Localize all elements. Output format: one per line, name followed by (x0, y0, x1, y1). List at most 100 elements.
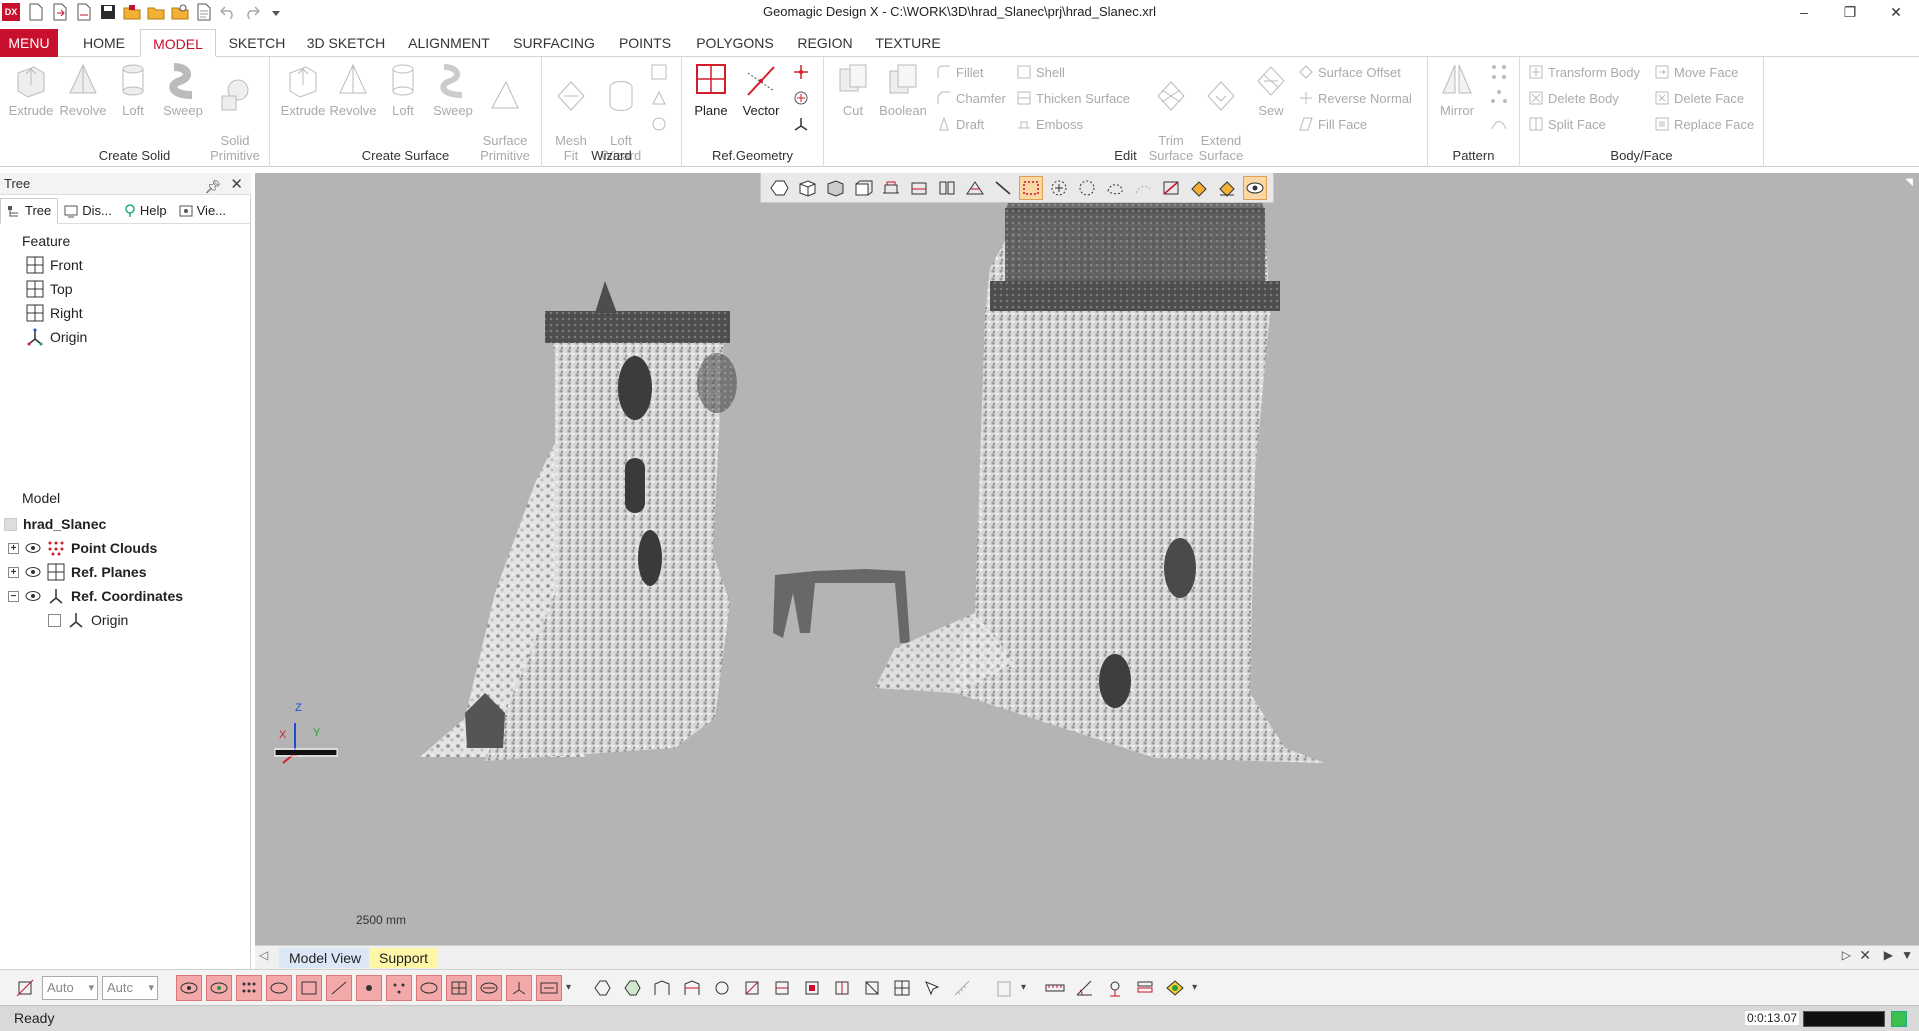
undo-icon[interactable] (218, 2, 238, 22)
line-select-icon[interactable] (991, 176, 1015, 200)
boolean-button[interactable]: Boolean (878, 61, 928, 118)
select-visible-icon[interactable] (619, 975, 645, 1001)
tab-texture[interactable]: TEXTURE (870, 29, 946, 57)
filter-body-icon[interactable] (386, 974, 412, 1001)
new-file-icon[interactable] (26, 2, 46, 22)
chamfer-button[interactable]: Chamfer (936, 87, 1006, 109)
solid-sweep-button[interactable]: Sweep (158, 61, 208, 118)
wizard-tool-icon-3[interactable] (650, 115, 668, 133)
ref-point-icon[interactable] (792, 63, 810, 81)
panel-tab-help[interactable]: Help (118, 198, 173, 224)
viewport-corner-icon[interactable]: ◥ (1905, 177, 1913, 188)
filter-points-icon[interactable] (236, 974, 262, 1001)
wizard-tool-icon-1[interactable] (650, 63, 668, 81)
filter-dropdown-icon[interactable]: ▾ (566, 982, 571, 993)
move-face-button[interactable]: Move Face (1654, 61, 1738, 83)
circle-select-icon[interactable] (1047, 176, 1071, 200)
tab-sketch[interactable]: SKETCH (222, 29, 292, 57)
brush-select-icon[interactable] (1159, 176, 1183, 200)
view-right-icon[interactable] (907, 176, 931, 200)
view-iso-icon[interactable] (963, 176, 987, 200)
split-face-button[interactable]: Split Face (1528, 113, 1606, 135)
tab-surfacing[interactable]: SURFACING (508, 29, 600, 57)
visibility-eye-icon[interactable] (25, 540, 41, 556)
angle-measure-icon[interactable] (1072, 975, 1098, 1001)
linear-pattern-icon[interactable] (1490, 63, 1508, 81)
render-mode-icon[interactable] (823, 176, 847, 200)
rectangle-select-icon[interactable] (1019, 175, 1043, 200)
solid-revolve-button[interactable]: Revolve (58, 61, 108, 118)
restore-button[interactable]: ❐ (1827, 0, 1873, 24)
flood-select-icon[interactable] (1187, 176, 1211, 200)
tab-home[interactable]: HOME (72, 29, 136, 57)
tab-next-icon[interactable]: ▶ (1884, 948, 1893, 962)
panel-tab-tree[interactable]: Tree (0, 198, 59, 224)
extend-select-icon[interactable] (1215, 176, 1239, 200)
emboss-button[interactable]: Emboss (1016, 113, 1083, 135)
stack-icon[interactable] (1132, 975, 1158, 1001)
hide-icon[interactable] (739, 975, 765, 1001)
tab-support[interactable]: Support (369, 948, 439, 968)
model-item-point-clouds[interactable]: + Point Clouds (8, 537, 157, 559)
filter-all-icon[interactable] (536, 974, 562, 1001)
save-icon[interactable] (98, 2, 118, 22)
expand-icon[interactable]: + (8, 542, 19, 554)
open-folder-red-icon[interactable] (122, 2, 142, 22)
lasso-icon[interactable] (709, 975, 735, 1001)
clipboard-icon[interactable] (991, 975, 1017, 1001)
tab-polygons[interactable]: POLYGONS (690, 29, 780, 57)
solid-loft-button[interactable]: Loft (108, 61, 158, 118)
solid-extrude-button[interactable]: Extrude (6, 61, 56, 118)
clip-view-icon[interactable] (679, 975, 705, 1001)
import-icon[interactable] (50, 2, 70, 22)
filter-point-cloud-icon[interactable] (176, 974, 202, 1001)
model-item-ref-coordinates[interactable]: − Ref. Coordinates (8, 585, 183, 607)
feature-item-front[interactable]: Front (26, 254, 83, 276)
ref-coordinate-icon[interactable] (792, 115, 810, 133)
visibility-checkbox[interactable] (48, 613, 61, 627)
document-icon[interactable] (194, 2, 214, 22)
pin-point-icon[interactable] (1102, 975, 1128, 1001)
curve-pattern-icon[interactable] (1490, 115, 1508, 133)
3d-viewport[interactable]: Z Y X 2500 mm ◥ (255, 173, 1919, 945)
filter-coordinate-icon[interactable] (506, 974, 532, 1001)
customize-qat-icon[interactable] (266, 2, 286, 22)
invert-icon[interactable] (829, 975, 855, 1001)
model-sub-item-origin[interactable]: Origin (48, 609, 128, 631)
view-split-icon[interactable] (935, 176, 959, 200)
model-root-item[interactable]: hrad_Slanec (4, 513, 106, 535)
ref-line-icon[interactable] (792, 89, 810, 107)
surface-revolve-button[interactable]: Revolve (328, 61, 378, 118)
clipboard-dropdown-icon[interactable]: ▾ (1021, 982, 1026, 993)
selection-filter-icon[interactable] (12, 975, 38, 1001)
filter-select-2[interactable]: Autc (102, 975, 158, 1000)
color-map-icon[interactable] (1162, 975, 1188, 1001)
plane-button[interactable]: Plane (686, 61, 736, 118)
section-view-icon[interactable] (649, 975, 675, 1001)
tab-menu[interactable]: MENU (0, 29, 58, 57)
tab-scroll-left-icon[interactable]: ◁ (259, 948, 268, 962)
select-mode-icon[interactable] (767, 176, 791, 200)
wizard-tool-icon-2[interactable] (650, 89, 668, 107)
view-top-icon[interactable] (879, 176, 903, 200)
cursor-tool-icon[interactable] (919, 975, 945, 1001)
filter-select-1[interactable]: Auto (42, 975, 98, 1000)
replace-face-button[interactable]: Replace Face (1654, 113, 1754, 135)
filter-mesh-icon[interactable] (206, 974, 232, 1001)
filter-face-icon[interactable] (296, 974, 322, 1001)
surface-loft-button[interactable]: Loft (378, 61, 428, 118)
minimize-button[interactable]: – (1781, 0, 1827, 24)
cut-button[interactable]: Cut (828, 61, 878, 118)
surface-sweep-button[interactable]: Sweep (428, 61, 478, 118)
tab-model[interactable]: MODEL (140, 29, 216, 57)
fillet-button[interactable]: Fillet (936, 61, 983, 83)
model-item-ref-planes[interactable]: + Ref. Planes (8, 561, 146, 583)
panel-tab-display[interactable]: Dis... (58, 198, 118, 224)
feature-item-origin[interactable]: Origin (26, 326, 87, 348)
visibility-eye-icon[interactable] (25, 564, 41, 580)
feature-item-top[interactable]: Top (26, 278, 73, 300)
grid-select-icon[interactable] (889, 975, 915, 1001)
shell-button[interactable]: Shell (1016, 61, 1065, 83)
view-front-icon[interactable] (851, 176, 875, 200)
app-logo-icon[interactable]: DX (2, 3, 20, 21)
